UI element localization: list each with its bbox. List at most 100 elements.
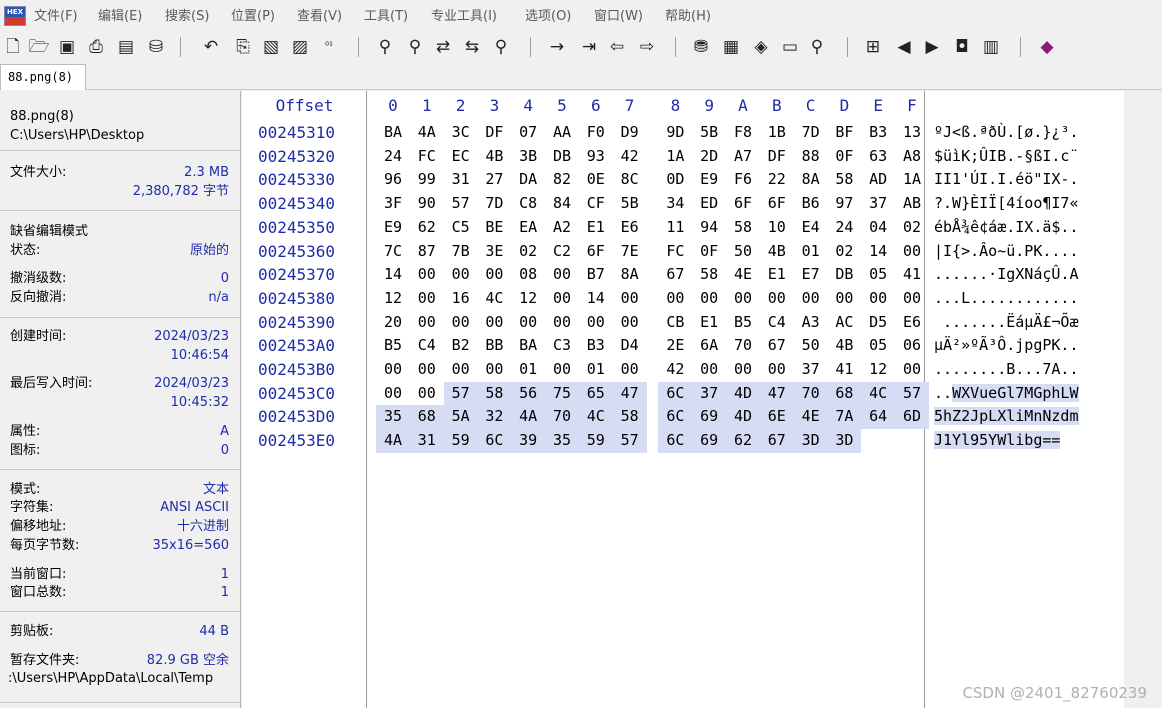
hex-byte[interactable]: 00 xyxy=(760,358,794,382)
hex-byte[interactable]: DF xyxy=(760,145,794,169)
hex-byte[interactable]: 6C xyxy=(658,381,693,406)
ascii-row[interactable]: |I{>.Âo~ü.PK.... xyxy=(934,240,1079,264)
hex-byte[interactable]: 0D xyxy=(658,168,692,192)
hex-byte[interactable]: AB xyxy=(895,192,929,216)
hex-byte[interactable]: 82 xyxy=(545,168,579,192)
hex-byte[interactable]: 94 xyxy=(692,216,726,240)
hex-byte[interactable]: 58 xyxy=(612,405,647,430)
hex-byte[interactable]: 24 xyxy=(827,216,861,240)
hex-byte[interactable]: 00 xyxy=(545,263,579,287)
hex-byte[interactable]: 6C xyxy=(658,405,693,430)
menu-edit[interactable]: 编辑(E) xyxy=(98,0,142,34)
hex-byte[interactable]: 02 xyxy=(511,240,545,264)
help-book-icon[interactable]: ◆ xyxy=(1036,36,1058,58)
hex-byte[interactable]: 06 xyxy=(895,334,929,358)
hex-byte[interactable]: 35 xyxy=(545,429,579,453)
undo-icon[interactable]: ↶ xyxy=(200,36,222,58)
hex-byte[interactable]: 0F xyxy=(827,145,861,169)
hex-byte[interactable]: 22 xyxy=(760,168,794,192)
hex-byte[interactable]: 11 xyxy=(658,216,692,240)
hex-byte[interactable]: FC xyxy=(658,240,692,264)
analyze-icon[interactable]: ◈ xyxy=(750,36,772,58)
hex-byte[interactable]: 57 xyxy=(895,381,929,406)
hex-byte[interactable]: 3E xyxy=(477,240,511,264)
hex-byte[interactable]: 67 xyxy=(759,429,794,453)
hex-byte[interactable]: 67 xyxy=(760,334,794,358)
hex-byte[interactable]: 68 xyxy=(827,381,862,406)
forward-icon[interactable]: ⇨ xyxy=(636,36,658,58)
hex-byte[interactable]: 42 xyxy=(658,358,692,382)
hex-byte[interactable]: E1 xyxy=(760,263,794,287)
hex-byte[interactable]: 00 xyxy=(613,311,647,335)
hex-byte[interactable]: 65 xyxy=(578,381,613,406)
hex-byte[interactable]: 69 xyxy=(692,405,727,430)
hex-byte[interactable]: ED xyxy=(692,192,726,216)
back-icon[interactable]: ⇦ xyxy=(606,36,628,58)
new-file-icon[interactable]: 🗋 xyxy=(2,36,24,58)
menu-options[interactable]: 选项(O) xyxy=(525,0,571,34)
hex-byte[interactable]: D5 xyxy=(861,311,895,335)
ascii-row[interactable]: J1Yl95YWlibg== xyxy=(934,429,1061,453)
hex-byte[interactable]: 00 xyxy=(477,311,511,335)
hex-byte[interactable]: 58 xyxy=(726,216,760,240)
hex-byte[interactable]: 02 xyxy=(827,240,861,264)
winhex-logo-icon[interactable]: HEX xyxy=(4,6,26,26)
hex-byte[interactable]: 4A xyxy=(376,429,410,453)
hex-byte[interactable]: B2 xyxy=(444,334,478,358)
hex-byte[interactable]: 2D xyxy=(692,145,726,169)
hex-byte[interactable]: 00 xyxy=(692,358,726,382)
hex-byte[interactable]: 12 xyxy=(511,287,545,311)
hex-byte[interactable]: 4C xyxy=(861,381,896,406)
template-icon[interactable]: ⊞ xyxy=(862,36,884,58)
hex-byte[interactable]: 32 xyxy=(477,405,512,430)
snapshot-icon[interactable]: ◘ xyxy=(951,36,973,58)
hex-byte[interactable]: 04 xyxy=(861,216,895,240)
hex-byte[interactable]: 00 xyxy=(613,358,647,382)
hex-byte[interactable]: 12 xyxy=(861,358,895,382)
hex-byte[interactable]: 5A xyxy=(443,405,478,430)
hex-byte[interactable]: 37 xyxy=(692,381,727,406)
hex-byte[interactable]: 57 xyxy=(444,192,478,216)
hex-byte[interactable]: 31 xyxy=(409,429,444,453)
replace-icon[interactable]: ⇄ xyxy=(432,36,454,58)
hex-byte[interactable]: 00 xyxy=(726,358,760,382)
tab-file[interactable]: 88.png(8) xyxy=(0,64,86,90)
hex-byte[interactable]: 05 xyxy=(861,263,895,287)
hex-byte[interactable]: 0E xyxy=(579,168,613,192)
hex-byte[interactable]: CB xyxy=(658,311,692,335)
copy-icon[interactable]: ⎘ xyxy=(232,36,254,58)
hex-byte[interactable]: 7B xyxy=(444,240,478,264)
hex-byte[interactable]: 4A xyxy=(511,405,546,430)
hex-byte[interactable]: 00 xyxy=(545,311,579,335)
hex-byte[interactable]: 70 xyxy=(545,405,579,430)
vertical-scrollbar[interactable] xyxy=(1124,91,1162,708)
hex-byte[interactable]: E9 xyxy=(376,216,410,240)
hex-byte[interactable]: 47 xyxy=(759,381,794,406)
menu-tools[interactable]: 工具(T) xyxy=(364,0,408,34)
hex-byte[interactable]: B5 xyxy=(376,334,410,358)
hex-byte[interactable]: 6F xyxy=(579,240,613,264)
hex-byte[interactable]: 70 xyxy=(726,334,760,358)
ascii-row[interactable]: ...L............ xyxy=(934,287,1079,311)
find-hex-icon[interactable]: ⚲ xyxy=(404,36,426,58)
ascii-column[interactable]: ºJ<ß.ªðÙ.[ø.}¿³. $üìK;ÛIB.-§ßI.c¨ II1'ÚI.I… xyxy=(926,91,1124,708)
hex-byte[interactable]: A2 xyxy=(545,216,579,240)
hex-byte[interactable]: 4A xyxy=(410,121,444,145)
hex-byte[interactable]: 59 xyxy=(578,429,613,453)
ascii-row[interactable]: $üìK;ÛIB.-§ßI.c¨ xyxy=(934,145,1079,169)
hex-byte[interactable]: 97 xyxy=(827,192,861,216)
hex-byte[interactable]: 7A xyxy=(827,405,862,430)
hex-byte[interactable]: DB xyxy=(827,263,861,287)
hex-byte[interactable]: 5B xyxy=(613,192,647,216)
table-icon[interactable]: ▥ xyxy=(980,36,1002,58)
hex-byte[interactable]: 58 xyxy=(477,381,512,406)
hex-byte[interactable]: 99 xyxy=(410,168,444,192)
hex-byte[interactable]: 41 xyxy=(827,358,861,382)
find-next-icon[interactable]: ⚲ xyxy=(490,36,512,58)
hex-byte[interactable]: DA xyxy=(511,168,545,192)
hex-byte[interactable]: 39 xyxy=(511,429,546,453)
save-icon[interactable]: ▣ xyxy=(56,36,78,58)
hex-bytes-column[interactable]: 0 1 2 3 4 5 6 7 8 9 A B C D E F BA 4A 3C DF 07 AA F0 D9 9D 5B F8 1B… xyxy=(368,91,929,708)
hex-byte[interactable]: 4D xyxy=(726,405,760,430)
hex-byte[interactable]: 57 xyxy=(443,381,478,406)
